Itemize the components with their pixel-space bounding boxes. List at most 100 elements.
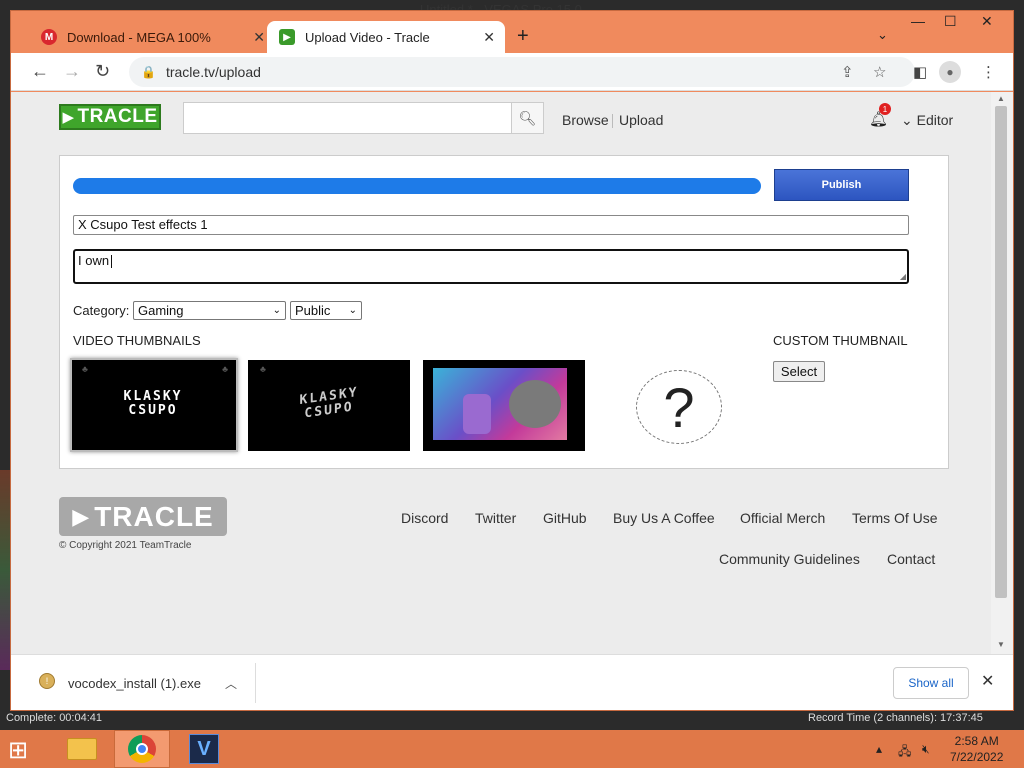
tray-up-arrow-icon[interactable]: ▴ — [876, 742, 882, 756]
chevron-down-icon: ⌄ — [348, 305, 357, 316]
tab-upload-video[interactable]: ▶ Upload Video - Tracle ✕ — [267, 21, 505, 53]
lock-icon: 🔒 — [141, 65, 156, 79]
footer-link-github[interactable]: GitHub — [543, 510, 587, 526]
new-tab-plus-icon[interactable]: + — [517, 25, 529, 48]
footer-link-twitter[interactable]: Twitter — [475, 510, 516, 526]
windows-taskbar: ⊞ V ▴ 🖧 🔇︎ 2:58 AM 7/22/2022 — [0, 730, 1024, 768]
mega-favicon-icon: M — [41, 29, 57, 45]
minimize-icon[interactable]: — — [911, 13, 925, 29]
custom-thumbnail-select-button[interactable]: Select — [773, 361, 825, 382]
thumbnail-animation-frame — [433, 368, 567, 440]
browser-window: M Download - MEGA 100% ✕ ▶ Upload Video … — [10, 10, 1014, 711]
volume-muted-icon[interactable]: 🔇︎ — [922, 742, 930, 757]
download-file-icon: ! — [39, 673, 55, 689]
reload-icon[interactable]: ↻ — [95, 61, 110, 82]
download-file-name[interactable]: vocodex_install (1).exe — [68, 676, 201, 691]
video-thumbnail-3[interactable] — [423, 360, 585, 451]
shelf-divider — [255, 663, 256, 703]
chevron-up-icon[interactable]: ︿ — [225, 675, 237, 692]
footer-link-buy-coffee[interactable]: Buy Us A Coffee — [613, 510, 715, 526]
custom-thumbnail-placeholder: ? — [636, 370, 722, 444]
taskbar-chrome[interactable] — [114, 730, 170, 768]
side-panel-icon[interactable]: ◧ — [913, 63, 927, 81]
nav-upload-link[interactable]: Upload — [619, 112, 663, 128]
nav-divider — [612, 114, 613, 128]
custom-thumbnail-label: CUSTOM THUMBNAIL — [773, 333, 908, 348]
folder-icon — [67, 738, 97, 760]
search-button[interactable]: 🔍︎ — [511, 102, 544, 134]
tracle-favicon-icon: ▶ — [279, 29, 295, 45]
video-thumbnails-label: VIDEO THUMBNAILS — [73, 333, 201, 348]
tab-strip: M Download - MEGA 100% ✕ ▶ Upload Video … — [11, 11, 1013, 53]
background-app-status-left: Complete: 00:04:41 — [6, 712, 103, 724]
close-icon[interactable]: ✕ — [981, 671, 994, 691]
maximize-icon[interactable]: ☐ — [944, 13, 957, 30]
search-input[interactable] — [183, 102, 512, 134]
chevron-down-icon: ⌄ — [272, 305, 281, 316]
video-thumbnail-1[interactable]: ♣ ♣ KLASKY CSUPO — [70, 358, 238, 452]
scroll-up-icon[interactable]: ▲ — [997, 94, 1005, 103]
tab-close-icon[interactable]: ✕ — [483, 29, 495, 46]
forward-arrow-icon[interactable]: → — [63, 61, 81, 82]
url-text: tracle.tv/upload — [165, 64, 261, 80]
network-icon[interactable]: 🖧 — [898, 742, 911, 763]
thumbnail-mark: ♣ — [222, 364, 228, 374]
thumbnail-mark: ♣ — [260, 364, 266, 374]
window-close-icon[interactable]: ✕ — [981, 13, 993, 30]
chevron-down-icon: ⌄ — [901, 112, 913, 128]
thumbnail-csupo-text: KLASKY CSUPO — [299, 384, 359, 422]
browser-toolbar: ← → ↻ 🔒 tracle.tv/upload ⇪ ☆ ◧ ● ⋮ — [11, 53, 1013, 91]
visibility-select[interactable]: Public ⌄ — [290, 301, 362, 320]
scrollbar-thumb[interactable] — [995, 106, 1007, 598]
tab-close-icon[interactable]: ✕ — [253, 29, 265, 46]
play-logo-icon: ▶ — [72, 503, 91, 529]
publish-button[interactable]: Publish — [774, 169, 909, 201]
text-caret — [111, 255, 113, 269]
share-icon[interactable]: ⇪ — [841, 63, 854, 81]
user-menu[interactable]: ⌄ Editor — [901, 112, 953, 129]
chrome-icon — [128, 735, 156, 763]
category-select[interactable]: Gaming ⌄ — [133, 301, 286, 320]
tracle-logo[interactable]: ▶ TRACLE — [59, 104, 161, 130]
menu-dots-icon[interactable]: ⋮ — [981, 63, 996, 81]
profile-avatar-icon[interactable]: ● — [939, 61, 961, 83]
nav-browse-link[interactable]: Browse — [562, 112, 609, 128]
scroll-down-icon[interactable]: ▼ — [997, 640, 1005, 649]
footer-link-community-guidelines[interactable]: Community Guidelines — [719, 551, 860, 567]
vegas-icon: V — [189, 734, 219, 764]
resize-handle-icon[interactable]: ◢ — [900, 272, 906, 281]
background-app-timeline — [0, 470, 10, 670]
taskbar-vegas[interactable]: V — [176, 730, 232, 768]
footer-link-terms[interactable]: Terms Of Use — [852, 510, 938, 526]
tab-label: Upload Video - Tracle — [305, 29, 430, 45]
notification-badge: 1 — [879, 103, 891, 115]
page-scrollbar[interactable]: ▲ ▼ — [991, 92, 1013, 654]
category-label: Category: — [73, 303, 130, 318]
thumbnail-mark: ♣ — [82, 364, 88, 374]
show-all-button[interactable]: Show all — [893, 667, 969, 699]
footer-link-discord[interactable]: Discord — [401, 510, 448, 526]
background-app-status-right: Record Time (2 channels): 17:37:45 — [808, 712, 983, 724]
back-arrow-icon[interactable]: ← — [31, 61, 49, 82]
copyright-text: © Copyright 2021 TeamTracle — [59, 540, 192, 551]
download-shelf: ! vocodex_install (1).exe ︿ Show all ✕ — [11, 654, 1013, 710]
search-icon: 🔍︎ — [518, 109, 537, 126]
taskbar-file-explorer[interactable] — [54, 730, 110, 768]
tab-mega-download[interactable]: M Download - MEGA 100% ✕ — [29, 21, 275, 53]
footer-link-contact[interactable]: Contact — [887, 551, 935, 567]
footer-tracle-logo[interactable]: ▶ TRACLE — [59, 497, 227, 536]
page-content: ▶ TRACLE 🔍︎ Browse Upload 🔔︎ 1 ⌄ Editor … — [11, 92, 991, 654]
address-bar[interactable]: 🔒 tracle.tv/upload ⇪ ☆ — [129, 57, 915, 87]
play-logo-icon: ▶ — [62, 109, 75, 126]
windows-start-icon[interactable]: ⊞ — [8, 736, 28, 765]
tab-label: Download - MEGA 100% — [67, 29, 211, 45]
system-clock[interactable]: 2:58 AM 7/22/2022 — [950, 733, 1003, 765]
video-title-input[interactable]: X Csupo Test effects 1 — [73, 215, 909, 235]
bookmark-star-icon[interactable]: ☆ — [873, 63, 886, 81]
footer-link-merch[interactable]: Official Merch — [740, 510, 825, 526]
thumbnail-csupo-text: KLASKY CSUPO — [123, 389, 183, 418]
tab-search-chevron-icon[interactable]: ⌄ — [877, 27, 888, 43]
video-description-textarea[interactable]: I own ◢ — [73, 249, 909, 284]
video-thumbnail-2[interactable]: ♣ KLASKY CSUPO — [248, 360, 410, 451]
upload-progress-bar — [73, 178, 761, 194]
